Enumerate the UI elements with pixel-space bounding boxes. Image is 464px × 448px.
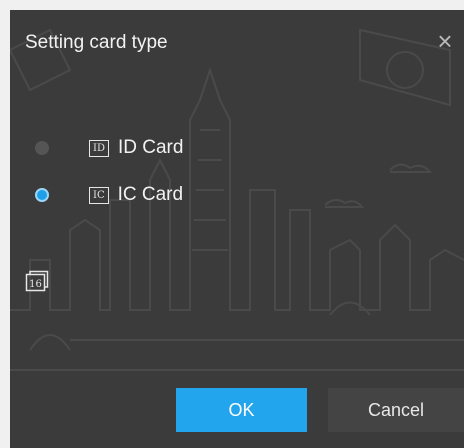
cancel-button[interactable]: Cancel — [328, 388, 464, 432]
city-skyline-background — [10, 28, 464, 371]
close-icon[interactable]: × — [433, 28, 457, 54]
ic-card-icon: IC — [89, 186, 109, 204]
ok-button[interactable]: OK — [176, 388, 307, 432]
setting-card-type-dialog: Setting card type × ID ID Card IC IC Car… — [10, 10, 464, 448]
ic-card-label[interactable]: IC Card — [118, 184, 183, 206]
ic-card-radio[interactable] — [35, 188, 49, 202]
id-card-icon: ID — [89, 139, 109, 157]
id-card-radio[interactable] — [35, 141, 49, 155]
card-16-text: 16 — [29, 279, 42, 290]
ic-card-option[interactable]: IC IC Card — [35, 182, 183, 208]
id-card-option[interactable]: ID ID Card — [35, 135, 183, 161]
dialog-title: Setting card type — [25, 32, 168, 53]
card-16-icon[interactable]: 16 — [25, 270, 49, 292]
id-card-label[interactable]: ID Card — [118, 137, 183, 159]
